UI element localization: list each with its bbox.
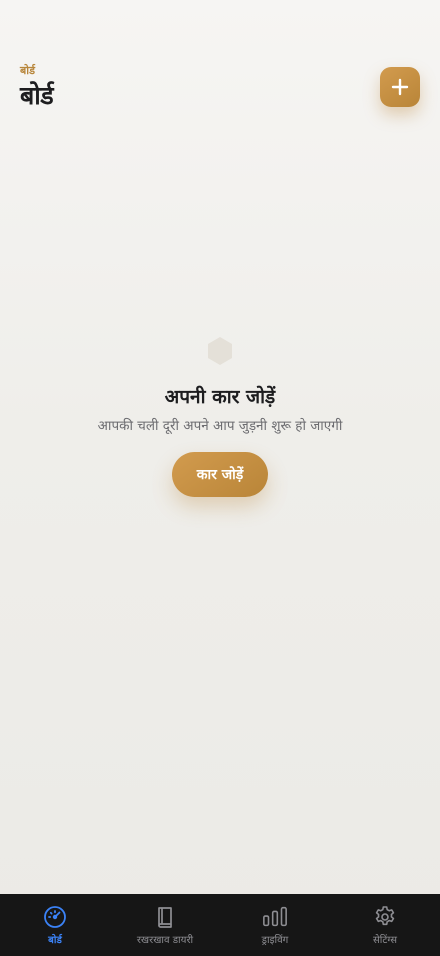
tab-driving[interactable]: ड्राइविंग: [220, 894, 330, 956]
tab-maintenance-diary[interactable]: रखरखाव डायरी: [110, 894, 220, 956]
header-eyebrow: बोर्ड: [20, 64, 36, 77]
add-button[interactable]: [380, 67, 420, 107]
hexagon-icon: [208, 337, 232, 365]
tab-label: ड्राइविंग: [261, 935, 289, 946]
speedometer-icon: [42, 904, 68, 930]
empty-state-title: अपनी कार जोड़ें: [164, 386, 276, 408]
plus-icon: [391, 78, 409, 96]
tab-label: बोर्ड: [48, 935, 62, 946]
empty-state-subtitle: आपकी चली दूरी अपने आप जुड़नी शुरू हो जाए…: [97, 418, 343, 434]
tab-label: रखरखाव डायरी: [136, 935, 194, 946]
page-title: बोर्ड: [20, 81, 54, 110]
tab-bar: बोर्ड रखरखाव डायरी ड्राइविंग सेटिंग्स: [0, 894, 440, 956]
gear-icon: [372, 904, 398, 930]
book-icon: [152, 904, 178, 930]
tab-settings[interactable]: सेटिंग्स: [330, 894, 440, 956]
add-car-button[interactable]: कार जोड़ें: [172, 452, 268, 497]
tab-label: सेटिंग्स: [373, 935, 397, 946]
bar-chart-icon: [262, 904, 288, 930]
tab-board[interactable]: बोर्ड: [0, 894, 110, 956]
